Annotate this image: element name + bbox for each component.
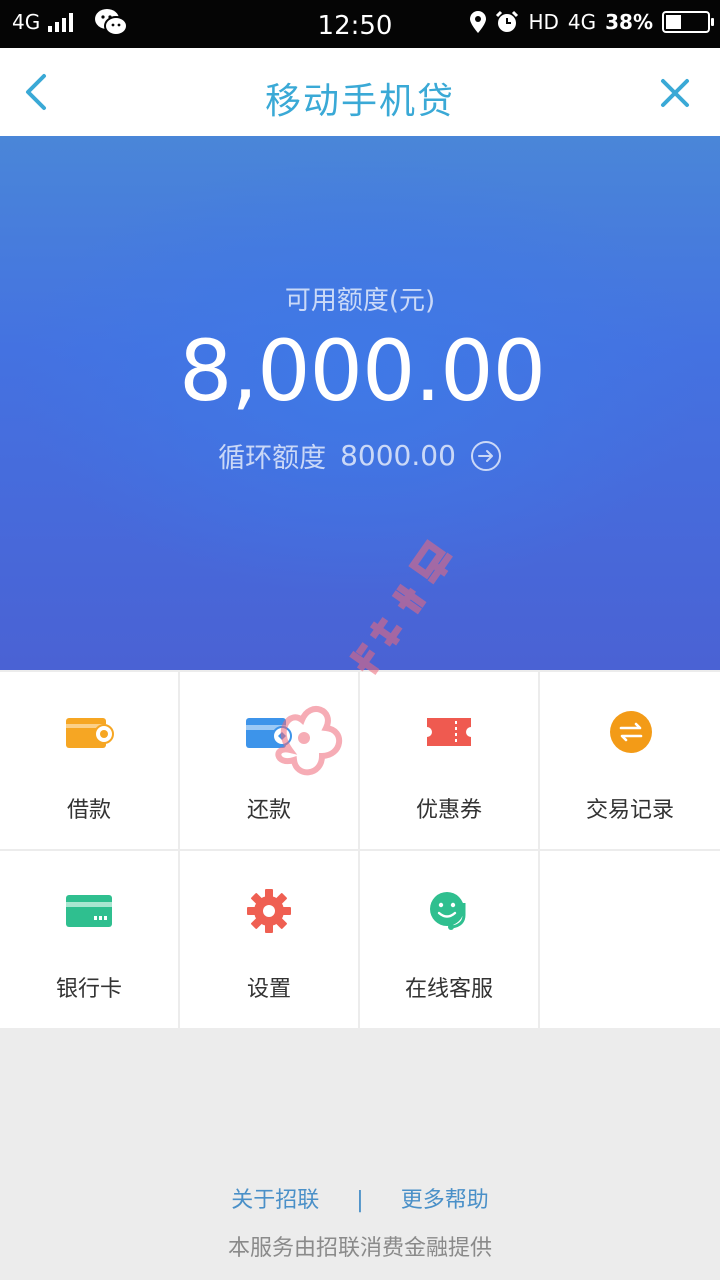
support-icon	[430, 892, 466, 930]
page-title: 移动手机贷	[264, 81, 455, 122]
revolving-credit-value: 8000.00	[340, 439, 456, 472]
status-bar: 4G 12:50 HD 4G 38%	[0, 0, 720, 48]
available-credit-amount: 8,000.00	[178, 322, 546, 420]
revolving-credit-label: 循环额度	[218, 443, 327, 474]
about-link[interactable]: 关于招联	[231, 1182, 319, 1214]
menu-item-label: 银行卡	[55, 977, 122, 1002]
menu-grid: 借款 还款 优惠券 交易记录 银行卡 设置 在线客服	[0, 670, 720, 1028]
menu-item-customer-service[interactable]: 在线客服	[360, 851, 538, 1028]
menu-item-repay[interactable]: 还款	[180, 672, 358, 849]
menu-item-settings[interactable]: 设置	[180, 851, 358, 1028]
close-icon[interactable]	[656, 74, 694, 112]
menu-item-label: 在线客服	[404, 977, 493, 1002]
menu-item-borrow[interactable]: 借款	[0, 672, 178, 849]
menu-item-label: 还款	[246, 798, 291, 823]
revolving-credit-link[interactable]: 循环额度 8000.00	[0, 436, 720, 475]
footer-links: 关于招联 | 更多帮助	[0, 1182, 720, 1214]
card-repay-icon	[246, 718, 292, 748]
menu-item-label: 设置	[246, 977, 291, 1002]
wallet-icon	[66, 718, 114, 748]
menu-item-coupon[interactable]: 优惠券	[360, 672, 538, 849]
alarm-icon	[496, 10, 519, 32]
menu-grid-empty-cell	[540, 851, 720, 1028]
credit-banner: 可用额度(元) 8,000.00 循环额度 8000.00	[0, 136, 720, 670]
battery-icon	[662, 11, 714, 33]
circle-arrow-right-icon	[470, 440, 501, 471]
battery-level	[666, 15, 681, 29]
available-credit-label: 可用额度(元)	[284, 286, 436, 316]
menu-item-label: 优惠券	[415, 798, 482, 823]
exchange-icon	[610, 711, 652, 753]
bank-card-icon	[66, 895, 112, 927]
menu-item-label: 借款	[66, 798, 111, 823]
help-link[interactable]: 更多帮助	[401, 1182, 489, 1214]
coupon-icon	[427, 718, 471, 746]
footer-separator: |	[356, 1188, 364, 1213]
menu-item-label: 交易记录	[585, 798, 674, 823]
status-icons: HD 4G 38%	[470, 10, 714, 34]
battery-percent: 38%	[605, 10, 653, 34]
service-provider-note: 本服务由招联消费金融提供	[227, 1236, 492, 1261]
menu-item-bank-card[interactable]: 银行卡	[0, 851, 178, 1028]
network-type-2: 4G	[567, 10, 597, 34]
gear-icon	[247, 889, 291, 933]
location-icon	[470, 11, 487, 33]
hd-indicator: HD	[528, 10, 559, 34]
navigation-bar: 移动手机贷	[0, 48, 720, 136]
menu-item-transactions[interactable]: 交易记录	[540, 672, 720, 849]
